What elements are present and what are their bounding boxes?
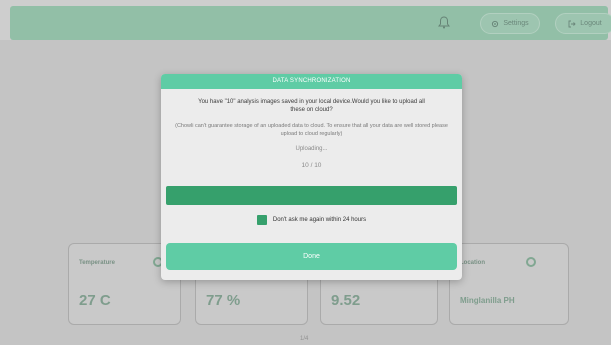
progress-bar bbox=[166, 186, 457, 205]
progress-count: 10 / 10 bbox=[301, 162, 322, 169]
dont-ask-row[interactable]: Don't ask me again within 24 hours bbox=[161, 214, 462, 226]
dialog-note: (Chowli can't guarantee storage of an up… bbox=[175, 123, 448, 137]
progress-fill bbox=[166, 186, 457, 205]
dialog-message: You have "10" analysis images saved in y… bbox=[198, 99, 425, 113]
dont-ask-label: Don't ask me again within 24 hours bbox=[272, 217, 367, 223]
upload-status: Uploading... bbox=[295, 146, 328, 152]
dialog-title: DATA SYNCHRONIZATION bbox=[161, 74, 462, 89]
sync-dialog: DATA SYNCHRONIZATION You have "10" analy… bbox=[161, 74, 462, 280]
dont-ask-checkbox[interactable] bbox=[256, 215, 267, 225]
done-button[interactable]: Done bbox=[166, 243, 457, 270]
